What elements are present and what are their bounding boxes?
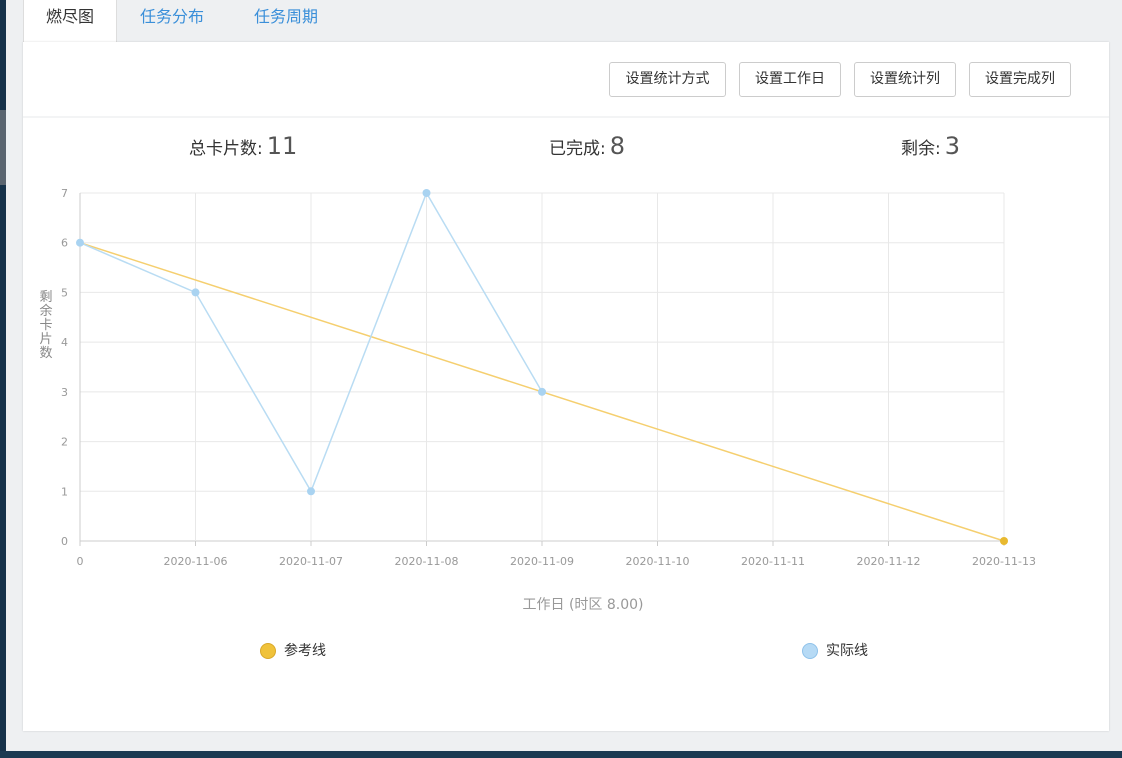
tab-bar: 燃尽图 任务分布 任务周期 <box>23 0 1122 42</box>
legend-actual[interactable]: 实际线 <box>802 640 868 660</box>
x-tick-label: 0 <box>77 555 84 568</box>
y-tick-label: 6 <box>61 237 68 250</box>
x-tick-label: 2020-11-10 <box>626 555 690 568</box>
completed-stat: 已完成: 8 <box>549 132 625 160</box>
y-tick-label: 1 <box>61 485 68 498</box>
window-bottom-bar <box>0 751 1122 758</box>
tab-task-cycle[interactable]: 任务周期 <box>241 0 331 42</box>
reference-data-point <box>1000 537 1008 545</box>
x-tick-label: 2020-11-08 <box>395 555 459 568</box>
x-tick-label: 2020-11-11 <box>741 555 805 568</box>
legend-reference-label: 参考线 <box>284 643 326 659</box>
x-axis-title: 工作日 (时区 8.00) <box>522 597 644 613</box>
total-cards-label: 总卡片数: <box>189 139 263 159</box>
y-tick-label: 5 <box>61 286 68 299</box>
set-done-column-button[interactable]: 设置完成列 <box>969 62 1071 97</box>
completed-label: 已完成: <box>549 139 606 159</box>
y-tick-label: 4 <box>61 336 68 349</box>
y-axis-label-char: 剩 <box>39 290 52 305</box>
y-tick-label: 7 <box>61 187 68 200</box>
toolbar: 设置统计方式 设置工作日 设置统计列 设置完成列 <box>23 42 1109 118</box>
burndown-chart: 0 1 2 3 4 5 6 7 0 2020-11-06 2020-11-07 2020-11-08 2… <box>39 187 1036 568</box>
tab-burndown[interactable]: 燃尽图 <box>23 0 117 42</box>
completed-value: 8 <box>609 132 626 160</box>
total-cards-stat: 总卡片数: 11 <box>189 132 297 160</box>
x-tick-label: 2020-11-13 <box>972 555 1036 568</box>
y-tick-label: 2 <box>61 436 68 449</box>
y-axis-label-char: 数 <box>39 346 52 361</box>
x-tick-label: 2020-11-07 <box>279 555 343 568</box>
set-workday-button[interactable]: 设置工作日 <box>739 62 841 97</box>
x-tick-label: 2020-11-06 <box>164 555 228 568</box>
y-tick-label: 3 <box>61 386 68 399</box>
y-tick-label: 0 <box>61 535 68 548</box>
actual-data-point <box>307 487 315 496</box>
x-tick-label: 2020-11-09 <box>510 555 574 568</box>
tab-task-distribution[interactable]: 任务分布 <box>127 0 217 42</box>
remaining-label: 剩余: <box>901 139 941 159</box>
actual-data-point <box>191 288 200 297</box>
chart-card: 设置统计方式 设置工作日 设置统计列 设置完成列 总卡片数: 11 已完成: 8 剩… <box>23 42 1109 731</box>
y-axis-label-char: 余 <box>39 303 52 319</box>
remaining-stat: 剩余: 3 <box>901 132 960 160</box>
legend-actual-label: 实际线 <box>826 643 868 659</box>
total-cards-value: 11 <box>266 132 298 160</box>
legend-actual-swatch <box>802 643 818 659</box>
legend-reference-swatch <box>260 643 276 659</box>
legend-reference[interactable]: 参考线 <box>260 640 326 660</box>
y-axis-label-char: 卡 <box>39 318 52 333</box>
actual-data-point <box>538 387 546 396</box>
actual-data-point <box>76 238 84 247</box>
y-axis-label-char: 片 <box>39 332 52 347</box>
set-stat-column-button[interactable]: 设置统计列 <box>854 62 956 97</box>
report-panel: 燃尽图 任务分布 任务周期 设置统计方式 设置工作日 设置统计列 设置完成列 总… <box>6 0 1122 751</box>
x-tick-label: 2020-11-12 <box>857 555 921 568</box>
remaining-value: 3 <box>944 132 961 160</box>
actual-data-point <box>422 189 431 197</box>
set-stat-method-button[interactable]: 设置统计方式 <box>609 62 726 97</box>
